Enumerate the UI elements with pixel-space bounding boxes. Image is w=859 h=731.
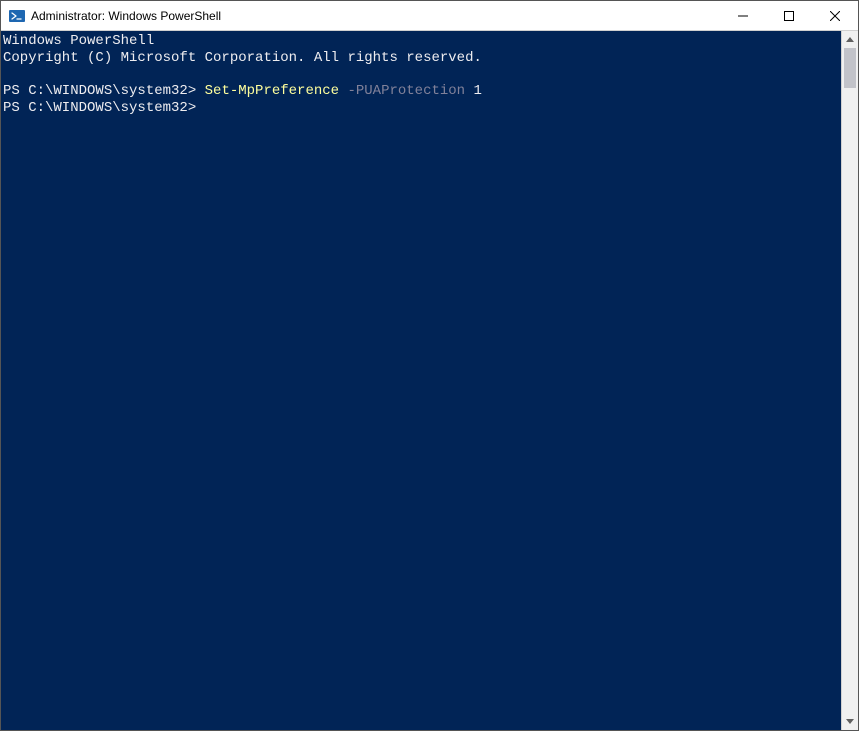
window-title: Administrator: Windows PowerShell (31, 9, 720, 23)
scroll-down-button[interactable] (842, 713, 858, 730)
vertical-scrollbar[interactable] (841, 31, 858, 730)
powershell-icon (9, 8, 25, 24)
close-button[interactable] (812, 1, 858, 30)
maximize-button[interactable] (766, 1, 812, 30)
scroll-thumb[interactable] (844, 48, 856, 88)
minimize-button[interactable] (720, 1, 766, 30)
scroll-up-button[interactable] (842, 31, 858, 48)
chevron-down-icon (846, 719, 854, 724)
prompt-1-cmdlet: Set-MpPreference (205, 83, 339, 99)
terminal[interactable]: Windows PowerShell Copyright (C) Microso… (1, 31, 841, 730)
prompt-1-param: -PUAProtection (339, 83, 465, 99)
window-controls (720, 1, 858, 30)
close-icon (830, 11, 840, 21)
powershell-window: Administrator: Windows PowerShell Windo (0, 0, 859, 731)
header-line-1: Windows PowerShell (3, 33, 154, 49)
prompt-2-prefix: PS C:\WINDOWS\system32> (3, 100, 196, 116)
content-area: Windows PowerShell Copyright (C) Microso… (1, 31, 858, 730)
scroll-track[interactable] (842, 48, 858, 713)
titlebar[interactable]: Administrator: Windows PowerShell (1, 1, 858, 31)
chevron-up-icon (846, 37, 854, 42)
minimize-icon (738, 11, 748, 21)
maximize-icon (784, 11, 794, 21)
prompt-1-value: 1 (465, 83, 482, 99)
prompt-1-prefix: PS C:\WINDOWS\system32> (3, 83, 205, 99)
header-line-2: Copyright (C) Microsoft Corporation. All… (3, 50, 482, 66)
